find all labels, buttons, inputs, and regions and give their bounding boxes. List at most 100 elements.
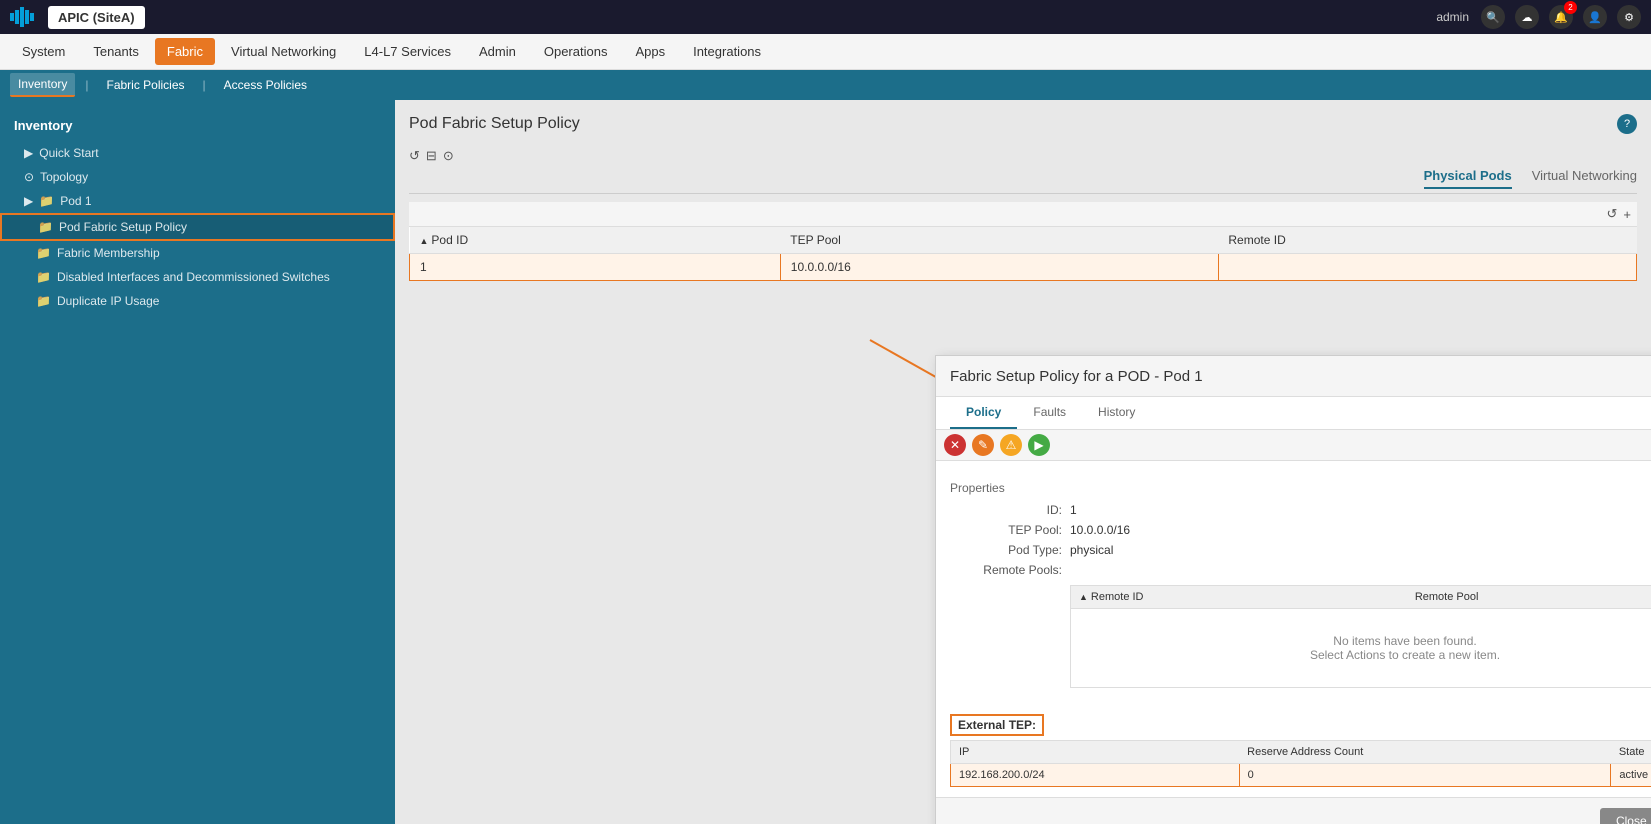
col-ip: IP <box>951 741 1240 764</box>
ext-tep-label: External TEP: <box>950 714 1044 736</box>
modal-content: Properties ID: 1 TEP Pool: 10.0.0.0/16 P… <box>936 461 1651 797</box>
sub-nav: Inventory | Fabric Policies | Access Pol… <box>0 70 1651 100</box>
sidebar: Inventory ▶ Quick Start ⊙ Topology ▶ 📁 P… <box>0 100 395 824</box>
close-button[interactable]: Close <box>1600 808 1651 824</box>
col-remote-id: Remote ID <box>1218 227 1636 254</box>
disabled-interfaces-folder-icon: 📁 <box>36 270 51 284</box>
external-tep-section: External TEP: − + IP Reserve Address Cou… <box>950 714 1651 787</box>
content-header: Pod Fabric Setup Policy ? <box>409 114 1637 134</box>
table-add-btn[interactable]: + <box>1623 206 1631 222</box>
action-edit-btn[interactable]: ✎ <box>972 434 994 456</box>
top-icons: 🔍 ☁ 🔔 2 👤 ⚙ <box>1481 5 1641 29</box>
nav-admin[interactable]: Admin <box>467 38 528 65</box>
sidebar-label-duplicate-ip: Duplicate IP Usage <box>57 294 160 308</box>
user-icon-btn[interactable]: 👤 <box>1583 5 1607 29</box>
ext-tep-row[interactable]: 192.168.200.0/24 0 active <box>951 764 1651 787</box>
cisco-icon <box>10 7 42 27</box>
pods-table: ▲Pod ID TEP Pool Remote ID 1 10.0.0.0/16 <box>409 227 1637 281</box>
col-tep-pool: TEP Pool <box>780 227 1218 254</box>
action-delete-btn[interactable]: ✕ <box>944 434 966 456</box>
tab-physical-pods[interactable]: Physical Pods <box>1424 168 1512 189</box>
apic-title: APIC (SiteA) <box>48 6 145 29</box>
modal-panel: Fabric Setup Policy for a POD - Pod 1 ⌂ … <box>935 355 1651 824</box>
modal-title: Fabric Setup Policy for a POD - Pod 1 <box>950 368 1203 385</box>
tab-virtual-networking[interactable]: Virtual Networking <box>1532 168 1637 189</box>
content-toolbar: ↺ ⊟ ⊙ <box>409 148 1637 164</box>
sidebar-item-disabled-interfaces[interactable]: 📁 Disabled Interfaces and Decommissioned… <box>0 265 395 289</box>
modal-tab-history[interactable]: History <box>1082 397 1151 429</box>
duplicate-ip-folder-icon: 📁 <box>36 294 51 308</box>
sidebar-item-duplicate-ip[interactable]: 📁 Duplicate IP Usage <box>0 289 395 313</box>
col-reserve-addr: Reserve Address Count <box>1239 741 1611 764</box>
pod1-folder-icon: 📁 <box>39 194 54 208</box>
subnav-fabric-policies[interactable]: Fabric Policies <box>98 74 192 96</box>
cloud-icon-btn[interactable]: ☁ <box>1515 5 1539 29</box>
properties-title: Properties <box>950 481 1651 495</box>
main-layout: Inventory ▶ Quick Start ⊙ Topology ▶ 📁 P… <box>0 100 1651 824</box>
app-name: APIC <box>58 10 89 25</box>
sidebar-item-pod1[interactable]: ▶ 📁 Pod 1 <box>0 189 395 213</box>
no-items-msg: No items have been found. Select Actions… <box>1079 614 1651 682</box>
refresh-icon-btn[interactable]: ↺ <box>409 148 420 164</box>
nav-integrations[interactable]: Integrations <box>681 38 773 65</box>
cell-state: active <box>1611 764 1651 787</box>
nav-bar: System Tenants Fabric Virtual Networking… <box>0 34 1651 70</box>
nav-virtual-networking[interactable]: Virtual Networking <box>219 38 348 65</box>
subnav-sep1: | <box>85 78 88 92</box>
modal-tab-faults[interactable]: Faults <box>1017 397 1082 429</box>
nav-l4l7[interactable]: L4-L7 Services <box>352 38 463 65</box>
sidebar-label-disabled-interfaces: Disabled Interfaces and Decommissioned S… <box>57 270 330 284</box>
nav-tenants[interactable]: Tenants <box>81 38 151 65</box>
sidebar-label-topology: Topology <box>40 170 88 184</box>
help-icon-btn[interactable]: ? <box>1617 114 1637 134</box>
prop-podtype-value: physical <box>1070 543 1113 557</box>
action-go-btn[interactable]: ▶ <box>1028 434 1050 456</box>
sidebar-label-fabric-membership: Fabric Membership <box>57 246 160 260</box>
prop-id-row: ID: 1 <box>950 503 1651 517</box>
sidebar-item-fabric-membership[interactable]: 📁 Fabric Membership <box>0 241 395 265</box>
sidebar-label-pod1: Pod 1 <box>60 194 91 208</box>
sidebar-item-topology[interactable]: ⊙ Topology <box>0 165 395 189</box>
nav-apps[interactable]: Apps <box>623 38 677 65</box>
nav-fabric[interactable]: Fabric <box>155 38 215 65</box>
remote-pools-toolbar: − + <box>1070 563 1651 582</box>
prop-tep-row: TEP Pool: 10.0.0.0/16 <box>950 523 1651 537</box>
sidebar-title: Inventory <box>0 110 395 141</box>
no-items-cell: No items have been found. Select Actions… <box>1071 609 1651 688</box>
username: admin <box>1436 10 1469 24</box>
subnav-access-policies[interactable]: Access Policies <box>216 74 315 96</box>
topology-icon: ⊙ <box>24 170 34 184</box>
no-items-text: No items have been found. <box>1099 634 1651 648</box>
top-right-area: admin 🔍 ☁ 🔔 2 👤 ⚙ <box>1436 5 1641 29</box>
notification-btn[interactable]: 🔔 2 <box>1549 5 1573 29</box>
remote-pools-row: Remote Pools: − + ▲Remote ID Remot <box>950 563 1651 688</box>
col-remote-id: ▲Remote ID <box>1071 586 1407 609</box>
modal-tab-policy[interactable]: Policy <box>950 397 1017 429</box>
cisco-logo: APIC (SiteA) <box>10 6 145 29</box>
content-area: Pod Fabric Setup Policy ? ↺ ⊟ ⊙ Physical… <box>395 100 1651 824</box>
settings-icon-btn[interactable]: ⚙ <box>1617 5 1641 29</box>
notification-badge: 2 <box>1564 1 1577 14</box>
more-icon-btn[interactable]: ⊙ <box>443 148 454 164</box>
app-site: (SiteA) <box>93 10 135 25</box>
cell-tep-pool: 10.0.0.0/16 <box>780 254 1218 281</box>
pod1-expand-icon: ▶ <box>24 194 33 208</box>
sidebar-label-pod-fabric-setup: Pod Fabric Setup Policy <box>59 220 187 234</box>
modal-action-btns: ✕ ✎ ⚠ ▶ <box>944 434 1050 456</box>
sidebar-item-pod-fabric-setup[interactable]: 📁 Pod Fabric Setup Policy <box>0 213 395 241</box>
nav-system[interactable]: System <box>10 38 77 65</box>
sidebar-item-quickstart[interactable]: ▶ Quick Start <box>0 141 395 165</box>
settings2-icon-btn[interactable]: ⊟ <box>426 148 437 164</box>
col-pod-id: ▲Pod ID <box>410 227 781 254</box>
table-row[interactable]: 1 10.0.0.0/16 <box>410 254 1637 281</box>
search-icon-btn[interactable]: 🔍 <box>1481 5 1505 29</box>
nav-operations[interactable]: Operations <box>532 38 620 65</box>
prop-tep-label: TEP Pool: <box>950 523 1070 537</box>
prop-id-value: 1 <box>1070 503 1077 517</box>
no-items-sub: Select Actions to create a new item. <box>1099 648 1651 662</box>
table-refresh-btn[interactable]: ↺ <box>1607 206 1618 222</box>
subnav-inventory[interactable]: Inventory <box>10 73 75 97</box>
action-warn-btn[interactable]: ⚠ <box>1000 434 1022 456</box>
prop-podtype-row: Pod Type: physical <box>950 543 1651 557</box>
fabric-membership-folder-icon: 📁 <box>36 246 51 260</box>
